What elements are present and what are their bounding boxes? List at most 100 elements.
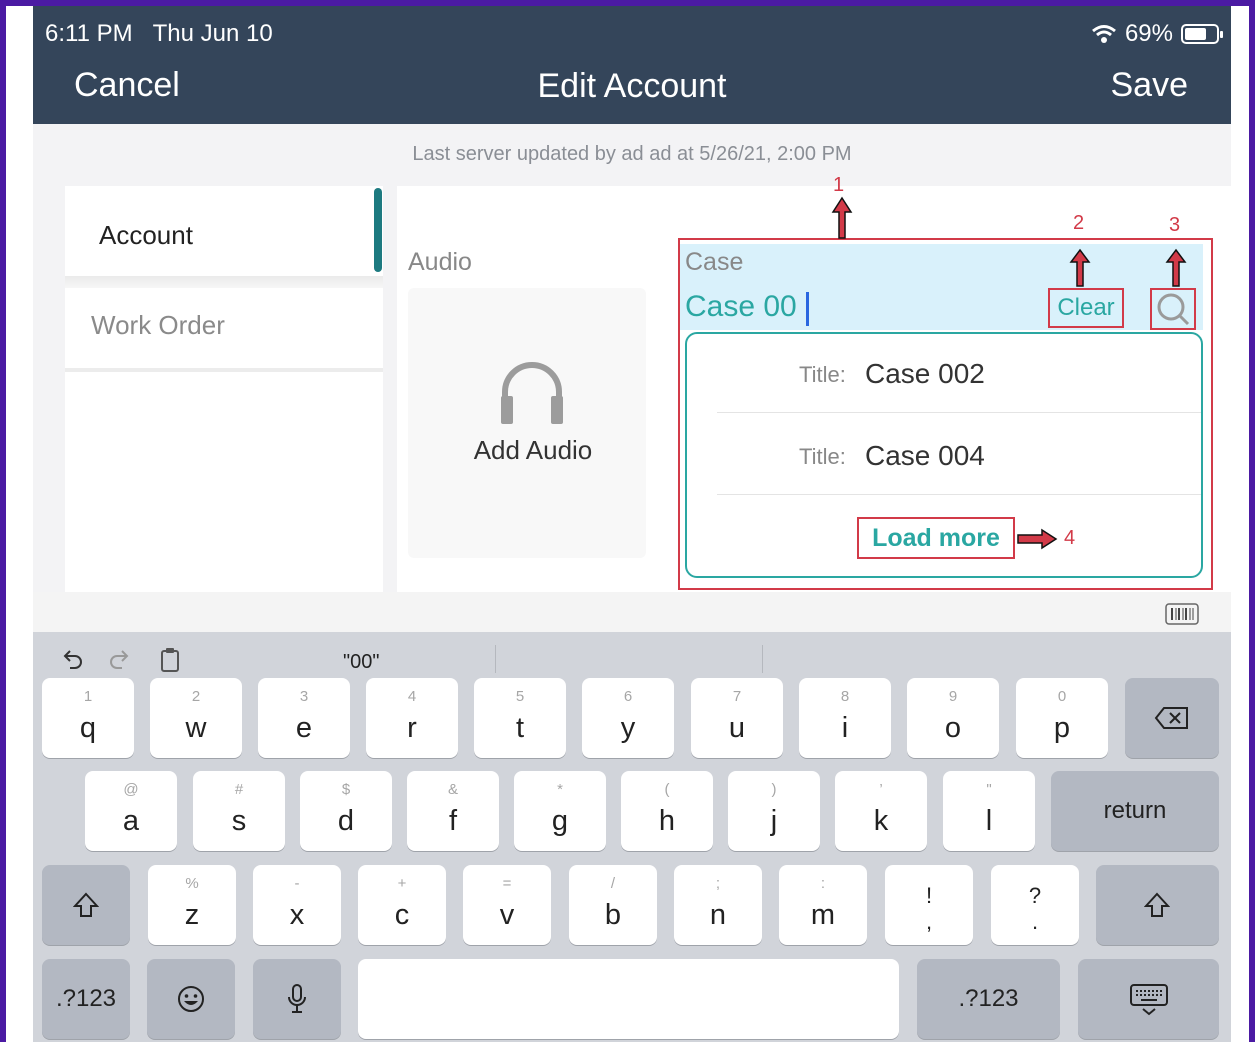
key-label: p bbox=[1053, 712, 1071, 744]
numbers-key-right[interactable]: .?123 bbox=[917, 959, 1060, 1039]
key-w[interactable]: 2w bbox=[150, 678, 242, 758]
key-m[interactable]: :m bbox=[779, 865, 867, 945]
key-a[interactable]: @ a bbox=[85, 771, 177, 851]
emoji-key[interactable] bbox=[147, 959, 235, 1039]
key-label: return bbox=[1103, 797, 1167, 824]
page-title: Edit Account bbox=[537, 67, 727, 105]
key-r[interactable]: 4r bbox=[366, 678, 458, 758]
backspace-icon bbox=[1154, 707, 1188, 729]
key-n[interactable]: ; n bbox=[674, 865, 762, 945]
key-k[interactable]: ’ k bbox=[835, 771, 927, 851]
key-label: o bbox=[944, 712, 962, 744]
key-exclaim-comma[interactable]: !, bbox=[885, 865, 973, 945]
microphone-icon bbox=[288, 984, 306, 1013]
annotation-label: 4 bbox=[1064, 527, 1076, 549]
key-label: k bbox=[873, 805, 889, 837]
return-key[interactable]: return bbox=[1051, 771, 1219, 851]
key-j[interactable]: ) j bbox=[728, 771, 820, 851]
arrow-up-icon bbox=[1069, 248, 1091, 287]
key-b[interactable]: / b bbox=[569, 865, 657, 945]
key-secondary-label: / bbox=[610, 875, 616, 892]
key-p[interactable]: 0p bbox=[1016, 678, 1108, 758]
key-label: l bbox=[985, 805, 993, 837]
key-secondary-label: # bbox=[234, 781, 244, 798]
key-t[interactable]: 5t bbox=[474, 678, 566, 758]
status-time: 6:11 PM bbox=[45, 20, 133, 47]
status-indicators: 69% bbox=[1091, 20, 1223, 48]
divider bbox=[717, 412, 1201, 413]
dictation-key[interactable] bbox=[253, 959, 341, 1039]
key-i[interactable]: 8i bbox=[799, 678, 891, 758]
load-more-button[interactable]: Load more bbox=[857, 517, 1015, 559]
key-secondary-label: 3 bbox=[299, 688, 309, 705]
sidebar-item-account[interactable]: Account bbox=[65, 186, 383, 276]
shift-icon bbox=[1144, 892, 1170, 917]
key-y[interactable]: 6y bbox=[582, 678, 674, 758]
key-secondary-label: 9 bbox=[948, 688, 958, 705]
key-l[interactable]: " l bbox=[943, 771, 1035, 851]
status-time-date: 6:11 PM Thu Jun 10 bbox=[45, 20, 273, 48]
list-item[interactable]: Title: Case 004 bbox=[687, 416, 1201, 498]
key-label: h bbox=[658, 805, 676, 837]
suggestion-item[interactable]: "00" bbox=[343, 651, 379, 674]
key-label: . bbox=[1031, 909, 1039, 934]
key-x[interactable]: -x bbox=[253, 865, 341, 945]
key-g[interactable]: * g bbox=[514, 771, 606, 851]
key-c[interactable]: + c bbox=[358, 865, 446, 945]
paste-icon[interactable] bbox=[158, 647, 182, 673]
key-u[interactable]: 7u bbox=[691, 678, 783, 758]
key-label: q bbox=[79, 712, 97, 744]
key-label: r bbox=[407, 712, 417, 744]
key-secondary-label: & bbox=[447, 781, 458, 798]
key-v[interactable]: = v bbox=[463, 865, 551, 945]
battery-icon bbox=[1181, 24, 1223, 44]
key-label: u bbox=[728, 712, 746, 744]
result-title: Case 004 bbox=[865, 440, 985, 471]
save-button[interactable]: Save bbox=[1111, 66, 1189, 105]
key-label: n bbox=[709, 899, 727, 931]
key-secondary-label: $ bbox=[341, 781, 351, 798]
shift-key-left[interactable] bbox=[42, 865, 130, 945]
battery-level bbox=[1185, 28, 1206, 40]
key-label: .?123 bbox=[55, 985, 117, 1012]
key-label: d bbox=[337, 805, 355, 837]
add-audio-label: Add Audio bbox=[473, 435, 593, 465]
key-label: t bbox=[515, 712, 525, 744]
undo-icon[interactable] bbox=[60, 648, 84, 672]
headphones-icon bbox=[501, 362, 563, 424]
redo-icon[interactable] bbox=[108, 648, 132, 672]
divider bbox=[762, 645, 763, 673]
key-s[interactable]: # s bbox=[193, 771, 285, 851]
key-h[interactable]: (h bbox=[621, 771, 713, 851]
space-key[interactable] bbox=[358, 959, 899, 1039]
key-label: w bbox=[185, 712, 207, 744]
key-o[interactable]: 9o bbox=[907, 678, 999, 758]
key-label: c bbox=[394, 899, 410, 931]
key-q[interactable]: 1q bbox=[42, 678, 134, 758]
key-e[interactable]: 3e bbox=[258, 678, 350, 758]
key-label: .?123 bbox=[958, 985, 1019, 1012]
barcode-icon[interactable] bbox=[1165, 603, 1199, 625]
key-label: ? bbox=[1028, 883, 1042, 908]
divider bbox=[65, 368, 383, 372]
numbers-key-left[interactable]: .?123 bbox=[42, 959, 130, 1039]
key-question-period[interactable]: ?. bbox=[991, 865, 1079, 945]
backspace-key[interactable] bbox=[1125, 678, 1219, 758]
key-d[interactable]: $ d bbox=[300, 771, 392, 851]
navigation-bar: 6:11 PM Thu Jun 10 69% Cancel Edit Accou… bbox=[33, 6, 1231, 124]
key-secondary-label: 2 bbox=[191, 688, 201, 705]
key-secondary-label: : bbox=[820, 875, 826, 892]
battery-percent: 69% bbox=[1124, 20, 1173, 47]
sidebar-item-work-order[interactable]: Work Order bbox=[65, 288, 383, 368]
key-f[interactable]: & f bbox=[407, 771, 499, 851]
shift-key-right[interactable] bbox=[1096, 865, 1219, 945]
result-title: Case 002 bbox=[865, 358, 985, 389]
keyboard-accessory-bar bbox=[33, 592, 1231, 632]
key-label: v bbox=[499, 899, 515, 931]
list-item[interactable]: Title: Case 002 bbox=[687, 334, 1201, 416]
key-z[interactable]: % z bbox=[148, 865, 236, 945]
key-secondary-label: ’ bbox=[879, 781, 883, 798]
key-label: , bbox=[925, 909, 933, 934]
hide-keyboard-key[interactable] bbox=[1078, 959, 1219, 1039]
last-updated-text: Last server updated by ad ad at 5/26/21,… bbox=[412, 143, 852, 165]
